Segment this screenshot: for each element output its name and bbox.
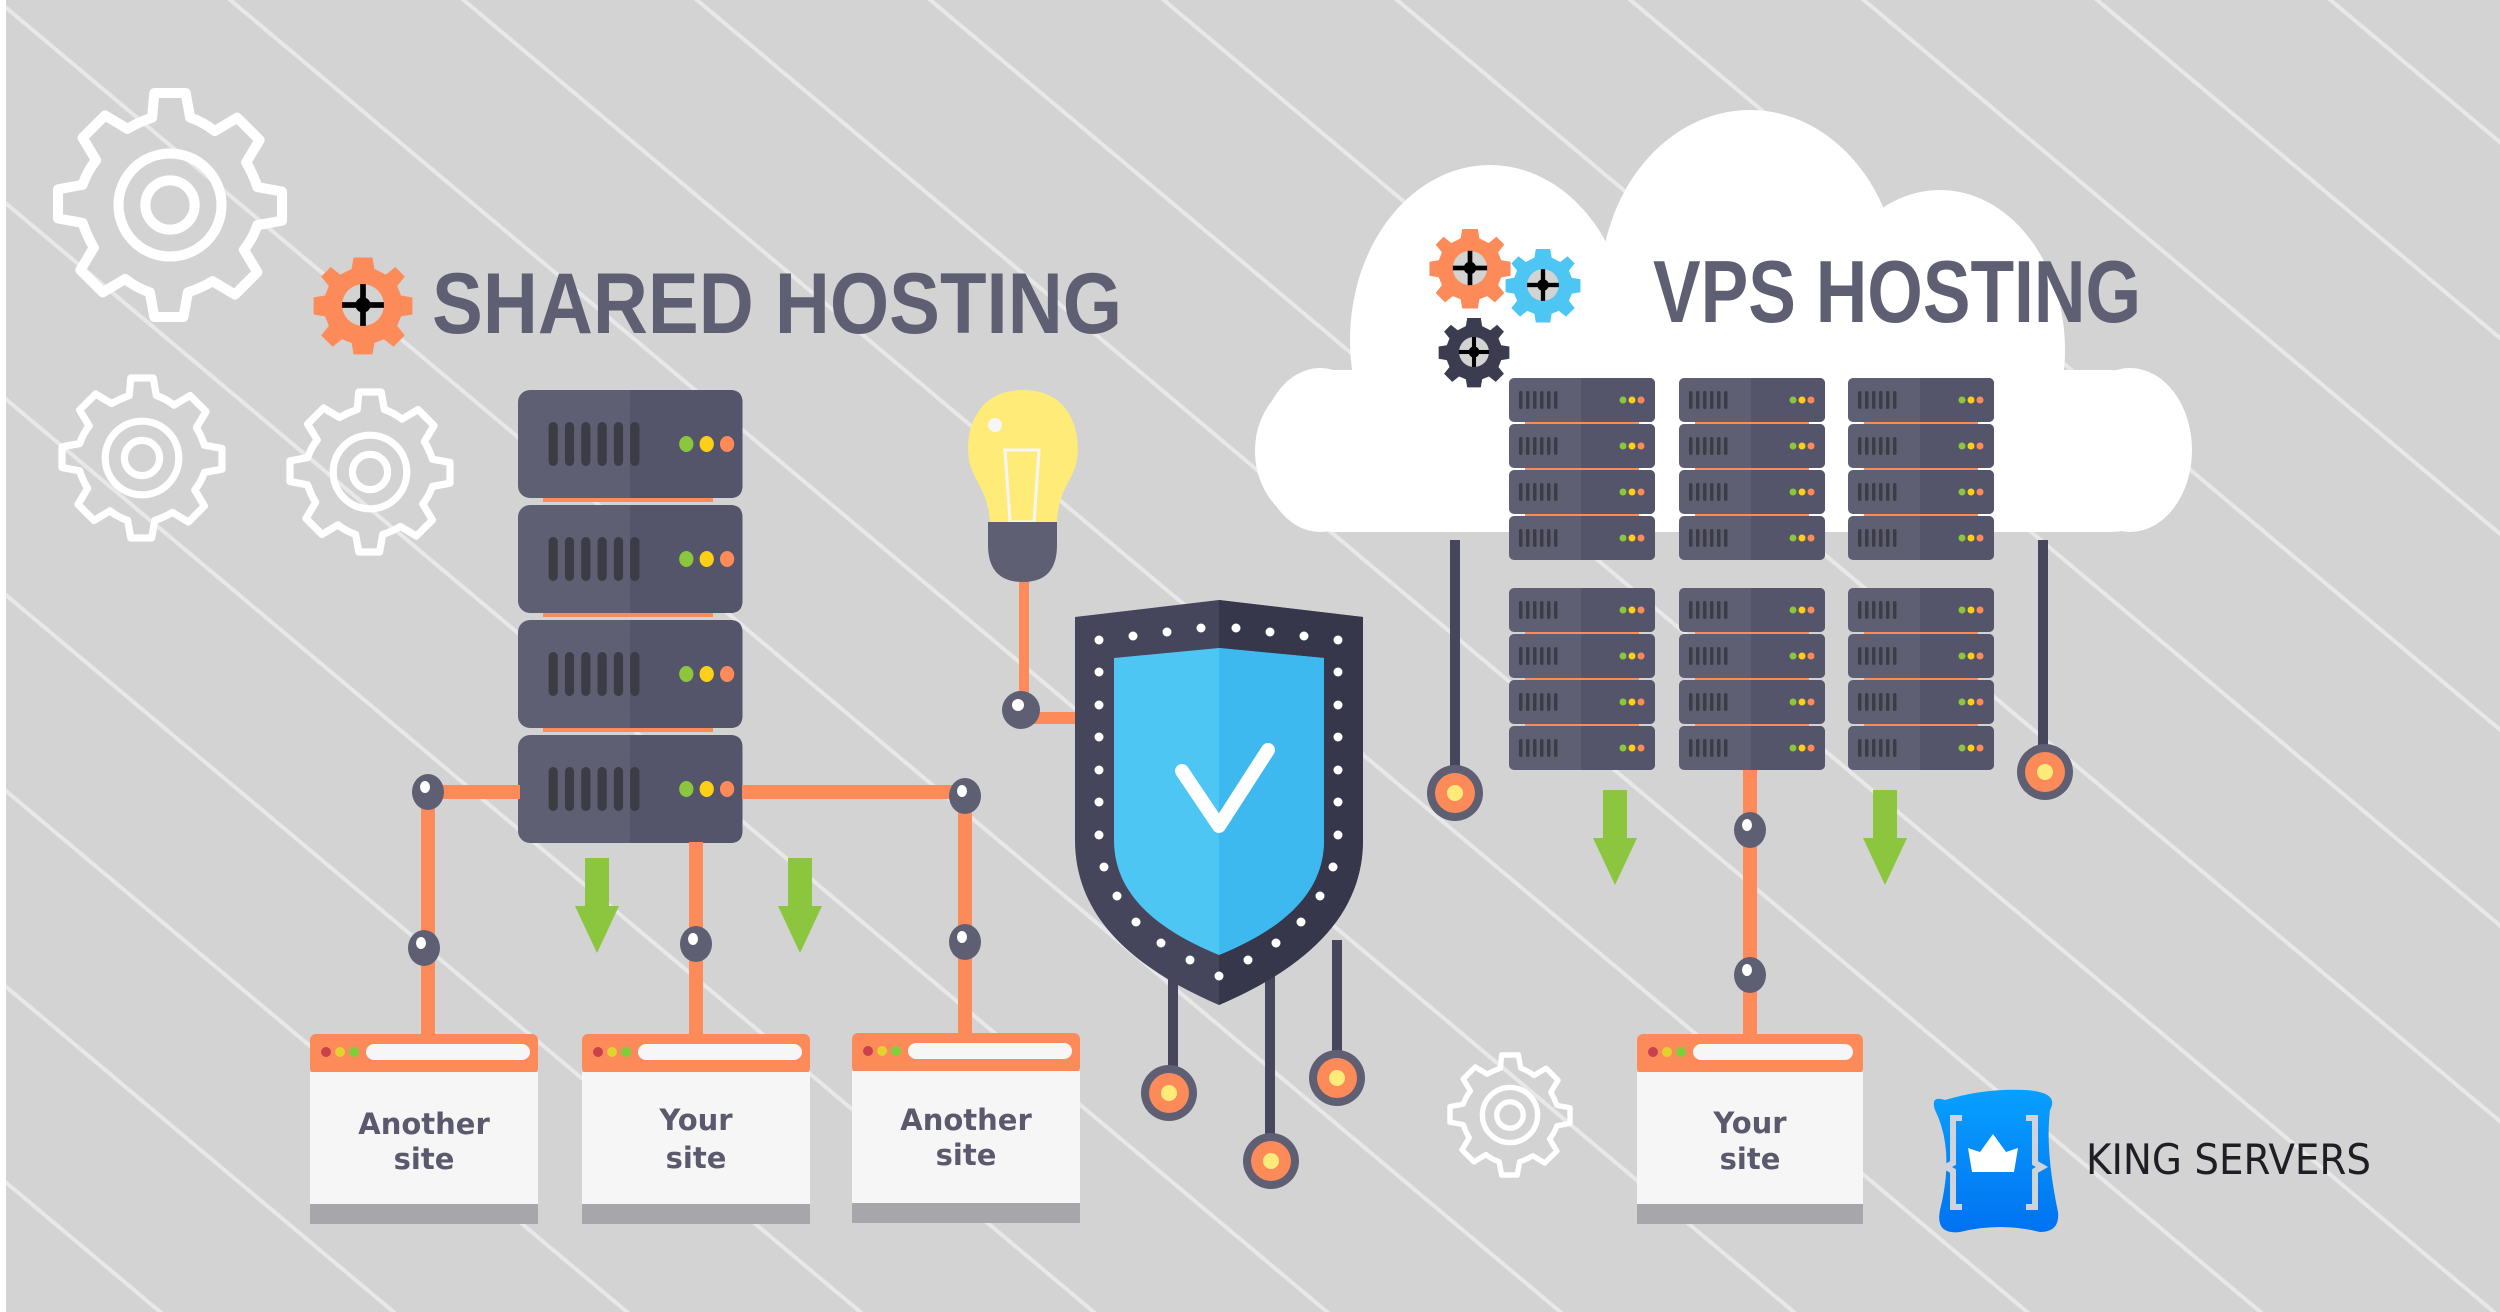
hosting-comparison-illustration: SHARED HOSTING Another site Your site An… — [0, 0, 2500, 1312]
connector-node — [680, 926, 712, 962]
connector-node — [408, 930, 440, 966]
server-unit — [1848, 588, 1994, 632]
site-window: Another site — [310, 1034, 538, 1224]
brand-name: KING SERVERS — [2086, 1135, 2371, 1184]
site-window: Your site — [1637, 1034, 1863, 1224]
server-unit — [1509, 470, 1655, 514]
server-unit — [1848, 424, 1994, 468]
connector-node — [949, 778, 981, 814]
connector-node — [1734, 812, 1766, 848]
server-unit — [518, 735, 743, 843]
server-unit — [1679, 634, 1825, 678]
vps-hosting-title: VPS HOSTING — [1653, 242, 2141, 341]
server-unit — [518, 620, 743, 728]
terminal-node — [1243, 1133, 1299, 1189]
shared-server-stack — [518, 390, 743, 843]
connector-node — [949, 924, 981, 960]
server-unit — [1848, 378, 1994, 422]
server-unit — [1848, 470, 1994, 514]
gear-icon — [1429, 229, 1511, 309]
gear-icon — [313, 257, 413, 355]
server-unit — [1509, 516, 1655, 560]
site-label: site — [394, 1142, 455, 1176]
left-edge-border — [0, 0, 6, 1312]
terminal-node — [1141, 1065, 1197, 1121]
server-unit — [1509, 378, 1655, 422]
vps-rack — [1848, 378, 1994, 560]
terminal-node — [2017, 744, 2073, 800]
gear-icon — [1438, 318, 1510, 388]
server-unit — [518, 505, 743, 613]
site-label: site — [1720, 1142, 1781, 1176]
server-unit — [1679, 424, 1825, 468]
site-label: site — [936, 1138, 997, 1172]
server-unit — [1509, 680, 1655, 724]
server-unit — [518, 390, 743, 498]
server-unit — [1848, 680, 1994, 724]
server-unit — [1679, 726, 1825, 770]
terminal-node — [1427, 765, 1483, 821]
shared-hosting-title: SHARED HOSTING — [432, 256, 1122, 352]
server-unit — [1679, 680, 1825, 724]
vps-rack — [1848, 588, 1994, 770]
site-label: Another — [900, 1103, 1032, 1137]
server-unit — [1679, 516, 1825, 560]
vps-rack — [1679, 588, 1825, 770]
server-unit — [1679, 378, 1825, 422]
terminal-node — [1309, 1050, 1365, 1106]
server-unit — [1509, 726, 1655, 770]
vps-rack — [1679, 378, 1825, 560]
site-label: Your — [1712, 1106, 1787, 1140]
site-label: Your — [658, 1103, 733, 1137]
server-unit — [1848, 726, 1994, 770]
crown-bracket-logo-icon — [1933, 1089, 2059, 1233]
site-label: Another — [358, 1107, 490, 1141]
gear-icon — [1505, 249, 1581, 323]
connector-node — [1734, 957, 1766, 993]
server-unit — [1509, 588, 1655, 632]
vps-rack — [1509, 588, 1655, 770]
server-unit — [1848, 634, 1994, 678]
server-unit — [1509, 634, 1655, 678]
connector-node — [412, 774, 444, 810]
site-label: site — [666, 1141, 727, 1175]
site-window: Another site — [852, 1033, 1080, 1223]
server-unit — [1679, 588, 1825, 632]
server-unit — [1679, 470, 1825, 514]
server-unit — [1509, 424, 1655, 468]
site-window: Your site — [582, 1034, 810, 1224]
server-unit — [1848, 516, 1994, 560]
vps-rack — [1509, 378, 1655, 560]
